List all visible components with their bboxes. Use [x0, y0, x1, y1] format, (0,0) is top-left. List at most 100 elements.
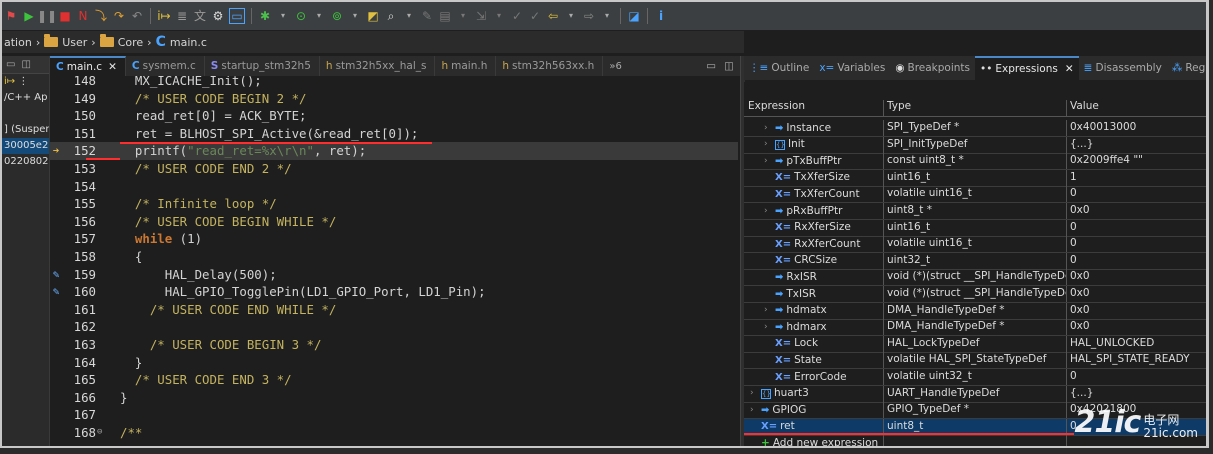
run-icon[interactable]: ⊙ — [294, 9, 308, 23]
expression-value-cell[interactable]: 0 — [1067, 186, 1206, 202]
expression-row[interactable]: ›{} huart3 UART_HandleTypeDef {...} — [744, 385, 1206, 403]
code-line[interactable]: 161 /* USER CODE END WHILE */ — [50, 301, 738, 319]
info-icon[interactable]: i — [654, 9, 668, 23]
expression-value-cell[interactable]: {...} — [1067, 137, 1206, 153]
code-line[interactable]: 149 /* USER CODE BEGIN 2 */ — [50, 90, 738, 108]
expression-value-cell[interactable]: 0x0 — [1067, 269, 1206, 285]
expression-value-cell[interactable]: 0x0 — [1067, 286, 1206, 302]
step-over-icon[interactable]: ↷ — [112, 9, 126, 23]
expand-chevron-icon[interactable]: › — [750, 403, 758, 418]
code-line[interactable]: 150 read_ret[0] = ACK_BYTE; — [50, 107, 738, 125]
dropdown-icon[interactable]: ▾ — [348, 9, 362, 23]
close-icon[interactable]: ✕ — [108, 61, 117, 73]
expression-row[interactable]: X= TxXferCount volatile uint16_t 0 — [744, 186, 1206, 204]
breakpoint-marker-icon[interactable]: ✎ — [50, 283, 62, 301]
code-line[interactable]: 156 /* USER CODE BEGIN WHILE */ — [50, 213, 738, 231]
expand-chevron-icon[interactable]: › — [764, 154, 772, 169]
tab-startup[interactable]: S startup_stm32h5 — [205, 56, 320, 76]
expand-chevron-icon[interactable]: › — [764, 121, 772, 136]
expression-value-cell[interactable]: 0x0 — [1067, 319, 1206, 335]
expression-row[interactable]: ➡ RxISR void (*)(struct __SPI_HandleTypeDe… — [744, 269, 1206, 287]
expression-row[interactable]: X= CRCSize uint32_t 0 — [744, 252, 1206, 270]
tab-breakpoints[interactable]: ◉ Breakpoints — [890, 56, 975, 80]
maximize-icon[interactable]: ◫ — [21, 59, 30, 70]
suspend-icon[interactable]: ❚❚ — [37, 9, 57, 23]
code-line[interactable]: 158 { — [50, 248, 738, 266]
expand-chevron-icon[interactable]: › — [750, 386, 758, 401]
expression-row[interactable]: X= State volatile HAL_SPI_StateTypeDef HAL_… — [744, 352, 1206, 370]
expression-value-cell[interactable]: {...} — [1067, 386, 1206, 402]
code-line[interactable]: 162 — [50, 318, 738, 336]
forward-icon[interactable]: ⇨ — [582, 9, 596, 23]
code-line[interactable]: 151 ret = BLHOST_SPI_Active(&read_ret[0]… — [50, 125, 738, 143]
code-line[interactable]: 168 /** ⊖ — [50, 424, 738, 442]
expression-row[interactable]: › ➡ Instance SPI_TypeDef * 0x40013000 — [744, 120, 1206, 137]
bug-icon[interactable]: ✱ — [258, 9, 272, 23]
more-icon[interactable]: ⋮ — [18, 76, 28, 87]
code-line[interactable]: 167 — [50, 406, 738, 424]
code-editor[interactable]: 148 MX_ICACHE_Init(); 149 /* USER CODE BE… — [50, 76, 738, 446]
code-line[interactable]: 164 } — [50, 354, 738, 372]
expression-row[interactable]: › ➡ pRxBuffPtr uint8_t * 0x0 — [744, 203, 1206, 220]
pin-icon[interactable]: ⇲ — [474, 9, 488, 23]
expression-row[interactable]: › ➡ hdmatx DMA_HandleTypeDef * 0x0 — [744, 302, 1206, 320]
breadcrumb-item-project[interactable]: ation — [4, 36, 32, 49]
settings-icon[interactable]: ⚙ — [211, 9, 225, 23]
terminate-icon[interactable]: ■ — [58, 9, 72, 23]
tab-variables[interactable]: x= Variables — [814, 56, 890, 80]
step-return-icon[interactable]: ↶ — [130, 9, 144, 23]
dropdown-icon[interactable]: ▾ — [600, 9, 614, 23]
fold-icon[interactable]: ⊖ — [97, 424, 102, 442]
code-line[interactable]: 152 printf("read_ret=%x\r\n", ret); ➔ — [50, 142, 738, 160]
annotation-icon[interactable]: ▤ — [438, 9, 452, 23]
minimize-icon[interactable]: ▭ — [706, 60, 716, 72]
code-line[interactable]: 155 /* Infinite loop */ — [50, 195, 738, 213]
tab-overflow-button[interactable]: »6 — [603, 61, 627, 72]
disconnect-icon[interactable]: N — [76, 9, 90, 23]
tab-hal-spi[interactable]: h stm32h5xx_hal_s — [320, 56, 436, 76]
expand-chevron-icon[interactable]: › — [764, 204, 772, 219]
debug-tree-item-selected[interactable]: 30005e2 — [2, 138, 49, 154]
column-header-expression[interactable]: Expression — [744, 100, 884, 116]
expression-value-cell[interactable]: 0 — [1067, 369, 1206, 385]
tab-disassembly[interactable]: ≣ Disassembly — [1079, 56, 1167, 80]
breakpoint-marker-icon[interactable]: ✎ — [50, 266, 62, 284]
tab-stm32h563xx-h[interactable]: h stm32h563xx.h — [496, 56, 604, 76]
tab-registers[interactable]: ⁂ Registers — [1167, 56, 1206, 80]
dropdown-icon[interactable]: ▾ — [456, 9, 470, 23]
search-icon[interactable]: ⌕ — [384, 9, 398, 23]
debug-tree-item[interactable] — [2, 106, 49, 122]
instruction-step-icon[interactable]: i↦ — [157, 9, 171, 23]
external-tools-icon[interactable]: ⊚ — [330, 9, 344, 23]
breadcrumb-item-file[interactable]: main.c — [170, 36, 207, 49]
expression-row[interactable]: X= RxXferCount volatile uint16_t 0 — [744, 236, 1206, 254]
debug-tree-item[interactable]: ] (Susper — [2, 122, 49, 138]
column-header-value[interactable]: Value — [1067, 100, 1206, 116]
dropdown-icon[interactable]: ▾ — [564, 9, 578, 23]
perspective-icon[interactable]: ◪ — [627, 9, 641, 23]
dropdown-icon[interactable]: ▾ — [402, 9, 416, 23]
breadcrumb-item-core[interactable]: Core — [118, 36, 143, 49]
expression-value-cell[interactable]: 0 — [1067, 236, 1206, 252]
debug-icon[interactable]: ⚑ — [4, 9, 18, 23]
resume-icon[interactable]: ▶ — [22, 9, 36, 23]
tab-main-c[interactable]: C main.c ✕ — [50, 56, 126, 76]
expression-row[interactable]: X= ErrorCode volatile uint32_t 0 — [744, 369, 1206, 386]
back-icon[interactable]: ⇦ — [546, 9, 560, 23]
expression-row[interactable]: › ➡ hdmarx DMA_HandleTypeDef * 0x0 — [744, 319, 1206, 337]
expression-value-cell[interactable]: 0x0 — [1067, 303, 1206, 319]
tab-expressions[interactable]: •• Expressions ✕ — [975, 56, 1079, 80]
expression-row[interactable]: X= RxXferSize uint16_t 0 — [744, 219, 1206, 237]
dropdown-icon[interactable]: ▾ — [276, 9, 290, 23]
code-line[interactable]: 166} — [50, 389, 738, 407]
code-line[interactable]: 160 HAL_GPIO_TogglePin(LD1_GPIO_Port, LD… — [50, 283, 738, 301]
maximize-icon[interactable]: ◫ — [724, 60, 734, 72]
code-line[interactable]: 165 /* USER CODE END 3 */ — [50, 371, 738, 389]
expression-row[interactable]: ›{} Init SPI_InitTypeDef {...} — [744, 136, 1206, 154]
tab-main-h[interactable]: h main.h — [435, 56, 497, 76]
expand-chevron-icon[interactable]: › — [764, 303, 772, 318]
expression-row[interactable]: › ➡ pTxBuffPtr const uint8_t * 0x2009ffe4 "" — [744, 153, 1206, 171]
tab-sysmem-c[interactable]: C sysmem.c — [126, 56, 205, 76]
expression-value-cell[interactable]: HAL_UNLOCKED — [1067, 336, 1206, 352]
expression-row[interactable]: X= Lock HAL_LockTypeDef HAL_UNLOCKED — [744, 335, 1206, 353]
